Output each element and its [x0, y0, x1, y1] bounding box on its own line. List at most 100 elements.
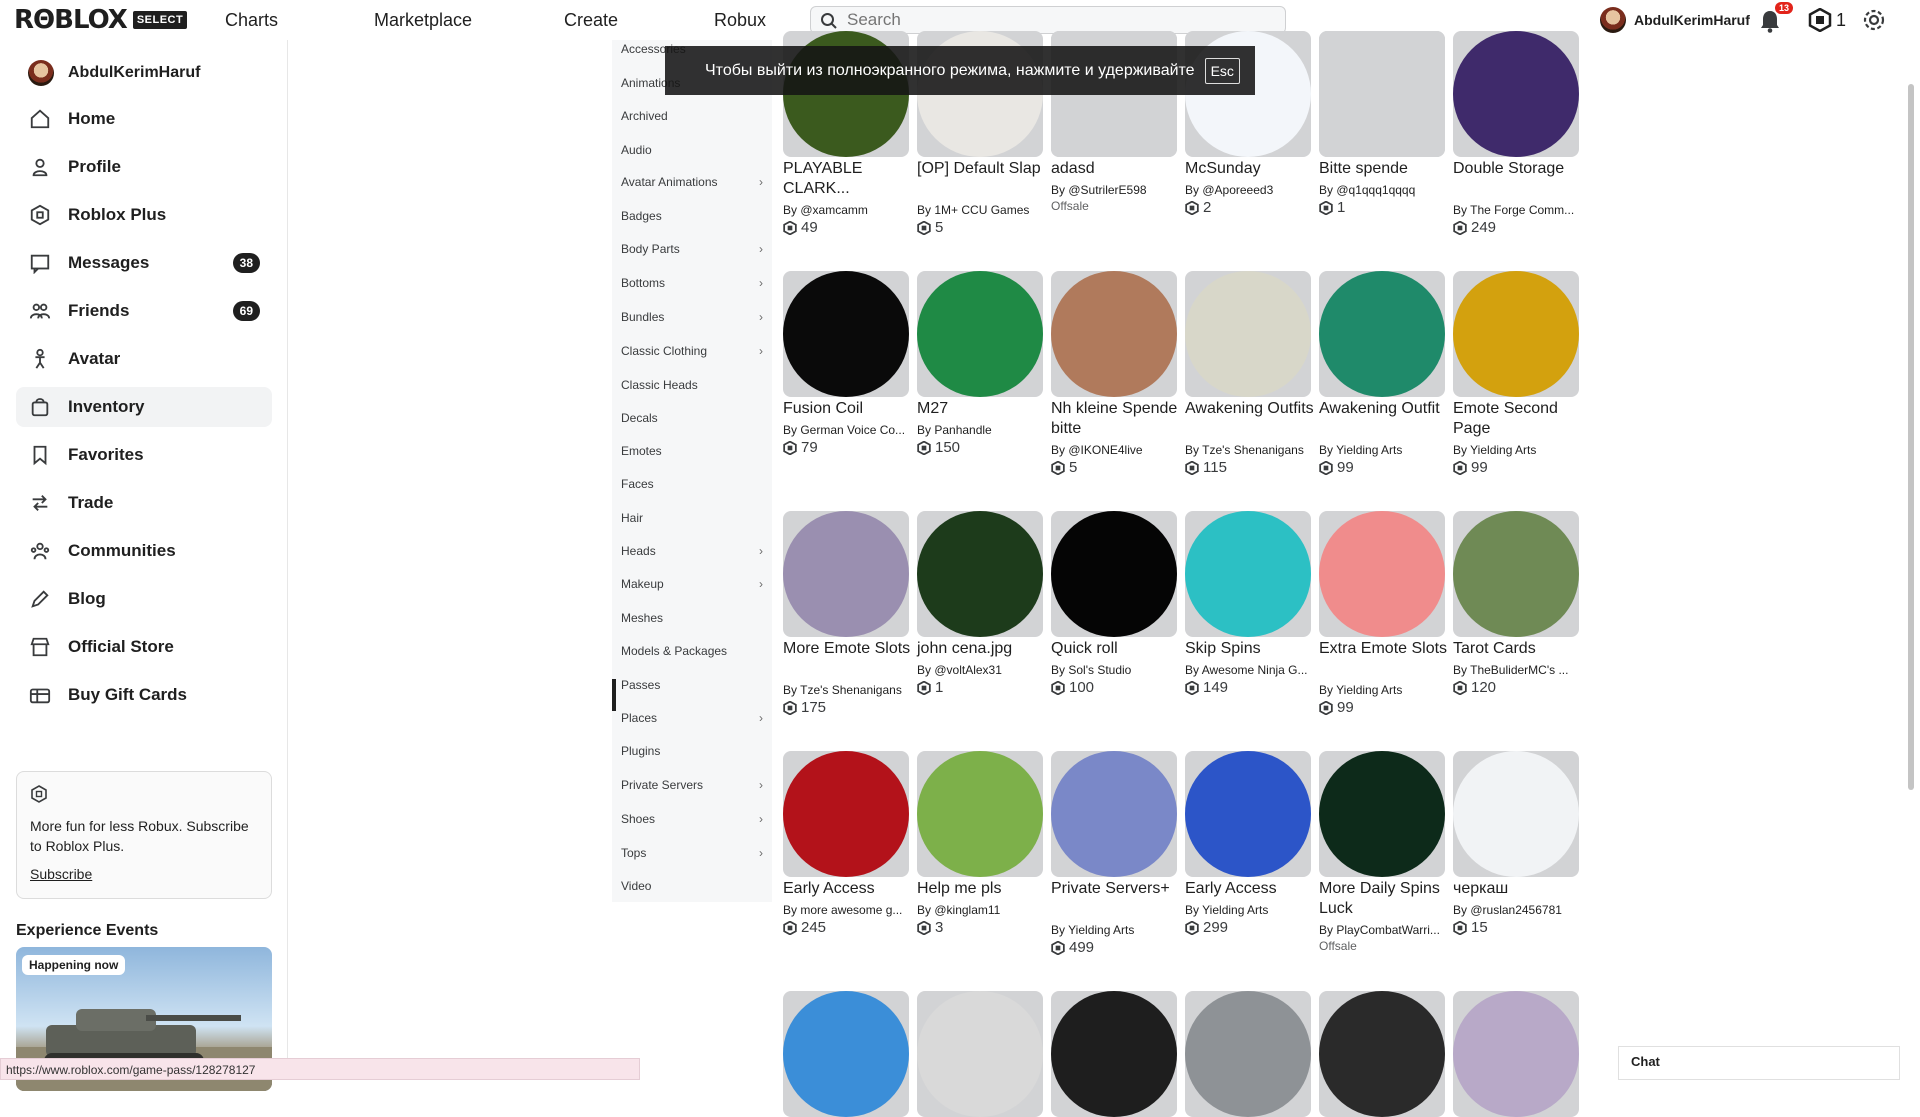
sidebar-item-blog[interactable]: Blog	[16, 579, 272, 619]
category-classic-heads[interactable]: Classic Heads	[621, 375, 771, 395]
category-bottoms[interactable]: Bottoms ›	[621, 273, 771, 293]
item-creator[interactable]: By Tze's Shenanigans	[1185, 443, 1315, 457]
item-creator[interactable]: By The Forge Comm...	[1453, 203, 1583, 217]
category-plugins[interactable]: Plugins	[621, 741, 771, 761]
item-creator[interactable]: By TheBuliderMC's ...	[1453, 663, 1583, 677]
category-audio[interactable]: Audio	[621, 140, 771, 160]
item-title[interactable]: Nh kleine Spende bitte	[1051, 399, 1181, 439]
nav-charts[interactable]: Charts	[225, 0, 278, 40]
sidebar-item-trade[interactable]: Trade	[16, 483, 272, 523]
gear-icon[interactable]	[1861, 7, 1887, 33]
item-thumbnail[interactable]	[917, 271, 1043, 397]
item-creator[interactable]: By Yielding Arts	[1453, 443, 1583, 457]
item-thumbnail[interactable]	[1319, 31, 1445, 157]
item-thumbnail[interactable]	[1453, 271, 1579, 397]
item-creator[interactable]: By Yielding Arts	[1185, 903, 1315, 917]
scrollbar[interactable]	[1908, 84, 1914, 790]
item-title[interactable]: Private Servers+	[1051, 879, 1181, 899]
item-creator[interactable]: By Tze's Shenanigans	[783, 683, 913, 697]
sidebar-user[interactable]: AbdulKerimHaruf	[28, 60, 200, 86]
item-creator[interactable]: By Yielding Arts	[1051, 923, 1181, 937]
category-shoes[interactable]: Shoes ›	[621, 809, 771, 829]
category-models-packages[interactable]: Models & Packages	[621, 641, 771, 661]
item-title[interactable]: PLAYABLE CLARK...	[783, 159, 913, 199]
item-creator[interactable]: By Panhandle	[917, 423, 1047, 437]
item-thumbnail[interactable]	[1319, 511, 1445, 637]
item-title[interactable]: M27	[917, 399, 1047, 419]
category-private-servers[interactable]: Private Servers ›	[621, 775, 771, 795]
category-passes[interactable]: Passes	[621, 675, 771, 695]
item-creator[interactable]: By more awesome g...	[783, 903, 913, 917]
item-title[interactable]: Early Access	[1185, 879, 1315, 899]
category-heads[interactable]: Heads ›	[621, 541, 771, 561]
category-avatar-animations[interactable]: Avatar Animations ›	[621, 172, 771, 192]
item-title[interactable]: Extra Emote Slots	[1319, 639, 1449, 659]
item-title[interactable]: Awakening Outfit	[1319, 399, 1449, 419]
item-thumbnail[interactable]	[1319, 751, 1445, 877]
sidebar-item-home[interactable]: Home	[16, 99, 272, 139]
item-creator[interactable]: By Yielding Arts	[1319, 683, 1449, 697]
item-thumbnail[interactable]	[1319, 271, 1445, 397]
item-title[interactable]: adasd	[1051, 159, 1181, 179]
chat-bar[interactable]: Chat	[1618, 1046, 1900, 1080]
item-creator[interactable]: By @xamcamm	[783, 203, 913, 217]
item-creator[interactable]: By Yielding Arts	[1319, 443, 1449, 457]
item-thumbnail[interactable]	[1185, 271, 1311, 397]
category-archived[interactable]: Archived	[621, 106, 771, 126]
item-thumbnail[interactable]	[917, 511, 1043, 637]
sidebar-item-messages[interactable]: Messages 38	[16, 243, 272, 283]
item-creator[interactable]: By @ruslan2456781	[1453, 903, 1583, 917]
item-thumbnail[interactable]	[1185, 751, 1311, 877]
sidebar-item-favorites[interactable]: Favorites	[16, 435, 272, 475]
category-meshes[interactable]: Meshes	[621, 608, 771, 628]
item-thumbnail[interactable]	[1453, 991, 1579, 1117]
category-body-parts[interactable]: Body Parts ›	[621, 239, 771, 259]
nav-marketplace[interactable]: Marketplace	[374, 0, 472, 40]
category-hair[interactable]: Hair	[621, 508, 771, 528]
item-thumbnail[interactable]	[783, 751, 909, 877]
category-emotes[interactable]: Emotes	[621, 441, 771, 461]
item-title[interactable]: McSunday	[1185, 159, 1315, 179]
item-creator[interactable]: By @q1qqq1qqqq	[1319, 183, 1449, 197]
item-thumbnail[interactable]	[783, 511, 909, 637]
nav-robux[interactable]: Robux	[714, 0, 766, 40]
item-title[interactable]: Help me pls	[917, 879, 1047, 899]
item-thumbnail[interactable]	[783, 271, 909, 397]
item-title[interactable]: john cena.jpg	[917, 639, 1047, 659]
roblox-logo[interactable]: RΘBLOX SELECT	[14, 5, 188, 35]
category-video[interactable]: Video	[621, 876, 771, 896]
sidebar-item-inventory[interactable]: Inventory	[16, 387, 272, 427]
item-title[interactable]: [OP] Default Slap	[917, 159, 1047, 179]
sidebar-item-buy-gift-cards[interactable]: Buy Gift Cards	[16, 675, 272, 715]
item-title[interactable]: More Emote Slots	[783, 639, 913, 659]
category-bundles[interactable]: Bundles ›	[621, 307, 771, 327]
item-thumbnail[interactable]	[1453, 31, 1579, 157]
item-thumbnail[interactable]	[1453, 511, 1579, 637]
search-input[interactable]	[845, 9, 1275, 31]
item-title[interactable]: Early Access	[783, 879, 913, 899]
sidebar-item-communities[interactable]: Communities	[16, 531, 272, 571]
sidebar-item-official-store[interactable]: Official Store	[16, 627, 272, 667]
item-creator[interactable]: By PlayCombatWarri...	[1319, 923, 1449, 937]
item-title[interactable]: Skip Spins	[1185, 639, 1315, 659]
item-title[interactable]: Tarot Cards	[1453, 639, 1583, 659]
item-creator[interactable]: By Awesome Ninja G...	[1185, 663, 1315, 677]
item-title[interactable]: черкаш	[1453, 879, 1583, 899]
item-thumbnail[interactable]	[917, 991, 1043, 1117]
item-creator[interactable]: By 1M+ CCU Games	[917, 203, 1047, 217]
category-badges[interactable]: Badges	[621, 206, 771, 226]
item-thumbnail[interactable]	[1051, 271, 1177, 397]
item-thumbnail[interactable]	[1051, 511, 1177, 637]
item-thumbnail[interactable]	[1185, 511, 1311, 637]
robux-balance[interactable]: 1	[1808, 8, 1846, 32]
item-title[interactable]: Fusion Coil	[783, 399, 913, 419]
nav-create[interactable]: Create	[564, 0, 618, 40]
item-thumbnail[interactable]	[783, 991, 909, 1117]
category-faces[interactable]: Faces	[621, 474, 771, 494]
category-tops[interactable]: Tops ›	[621, 843, 771, 863]
item-thumbnail[interactable]	[1051, 991, 1177, 1117]
item-creator[interactable]: By @IKONE4live	[1051, 443, 1181, 457]
item-creator[interactable]: By @SutrilerE598	[1051, 183, 1181, 197]
item-title[interactable]: Awakening Outfits	[1185, 399, 1315, 419]
item-title[interactable]: More Daily Spins Luck	[1319, 879, 1449, 919]
